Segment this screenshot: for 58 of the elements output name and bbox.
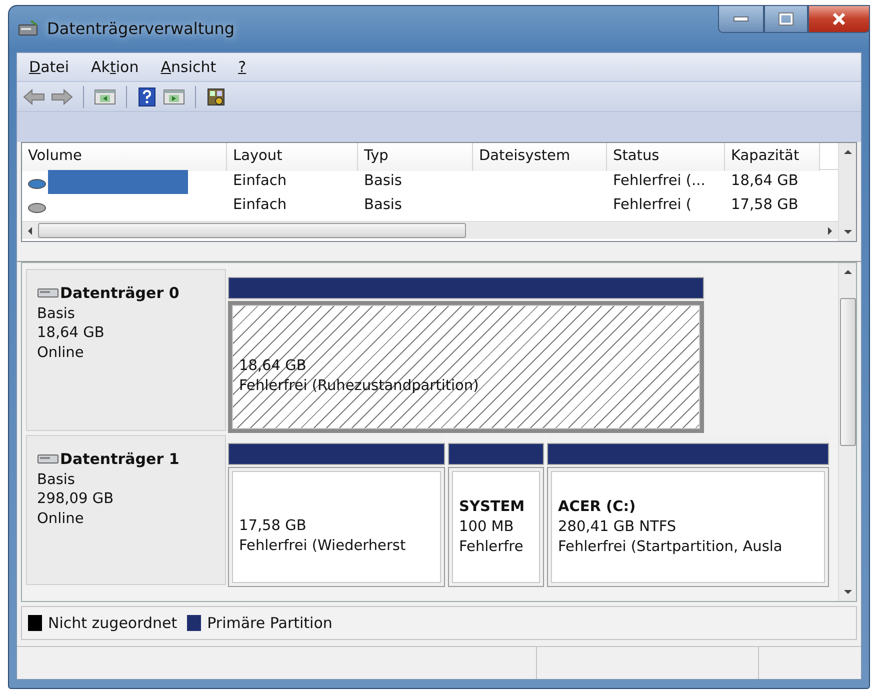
minimize-button[interactable]	[718, 5, 764, 33]
partition-block[interactable]: 17,58 GB Fehlerfrei (Wiederherst	[228, 467, 445, 587]
table-cell-text: Basis	[363, 172, 403, 192]
minimize-icon	[733, 16, 749, 22]
disk-info: Online	[37, 344, 85, 363]
column-header[interactable]: Layout	[227, 143, 358, 171]
disk-drive-icon	[37, 287, 59, 300]
table-cell-text: Einfach	[232, 196, 288, 216]
disk-info: 298,09 GB	[37, 490, 115, 510]
partition-info: Fehlerfrei (Wiederherst	[239, 537, 407, 556]
disk-drive-icon	[37, 453, 59, 466]
scroll-down-icon[interactable]	[842, 227, 854, 237]
scroll-down-icon[interactable]	[842, 587, 854, 597]
close-icon	[831, 12, 847, 26]
partition-info: Fehlerfrei (Startpartition, Ausla	[558, 538, 784, 558]
legend-label: Primäre Partition	[207, 612, 332, 634]
partition-label: ACER (C:)	[558, 498, 637, 517]
properties-icon[interactable]	[206, 86, 226, 106]
table-cell-text: Basis	[363, 196, 403, 216]
column-header[interactable]: Typ	[358, 143, 473, 171]
maximize-icon	[778, 12, 794, 26]
partition-label: SYSTEM	[459, 498, 526, 517]
window-title: Datenträgerverwaltung	[47, 18, 235, 40]
menu-item[interactable]: ?	[238, 56, 246, 78]
table-cell-text: 17,58 GB	[730, 196, 800, 216]
column-header[interactable]: Kapazität	[725, 143, 820, 171]
table-cell-text: Einfach	[232, 172, 288, 192]
disk-info: Basis	[37, 470, 76, 490]
help-icon[interactable]	[137, 86, 157, 106]
menu-item[interactable]: Aktion	[91, 56, 139, 78]
scroll-up-icon[interactable]	[842, 267, 854, 277]
panel-right-icon[interactable]	[163, 88, 185, 106]
partition-info: 100 MB	[459, 518, 515, 537]
disk-info: Online	[37, 510, 85, 529]
scroll-up-icon[interactable]	[842, 147, 854, 157]
partition-info: 17,58 GB	[239, 516, 308, 536]
column-header[interactable]: Dateisystem	[473, 143, 607, 171]
partition-info: Fehlerfre	[459, 538, 524, 558]
disk-info: Basis	[37, 304, 76, 324]
table-cell-text: Fehlerfrei (	[612, 196, 693, 216]
table-cell-text: Fehlerfrei (...	[612, 172, 706, 192]
partition-block[interactable]: SYSTEM 100 MB Fehlerfre	[448, 467, 544, 587]
legend-label: Nicht zugeordnet	[48, 612, 178, 634]
maximize-button[interactable]	[764, 5, 808, 33]
partition-info: 280,41 GB NTFS	[558, 518, 678, 537]
disk-name: Datenträger 1	[60, 449, 180, 470]
column-header[interactable]: Volume	[22, 143, 227, 171]
disk-name: Datenträger 0	[60, 283, 180, 304]
table-cell-text: 18,64 GB	[730, 172, 800, 192]
column-header[interactable]: Status	[607, 143, 725, 171]
forward-arrow-icon[interactable]	[51, 88, 73, 106]
disk-info: 18,64 GB	[37, 324, 106, 344]
partition-block[interactable]: ACER (C:) 280,41 GB NTFS Fehlerfrei (Startpartition, Ausla	[547, 467, 829, 587]
panel-left-icon[interactable]	[94, 88, 116, 106]
menu-item[interactable]: Ansicht	[160, 56, 216, 78]
menu-item[interactable]: Datei	[29, 56, 70, 78]
back-arrow-icon[interactable]	[23, 88, 45, 106]
close-button[interactable]	[808, 5, 870, 33]
